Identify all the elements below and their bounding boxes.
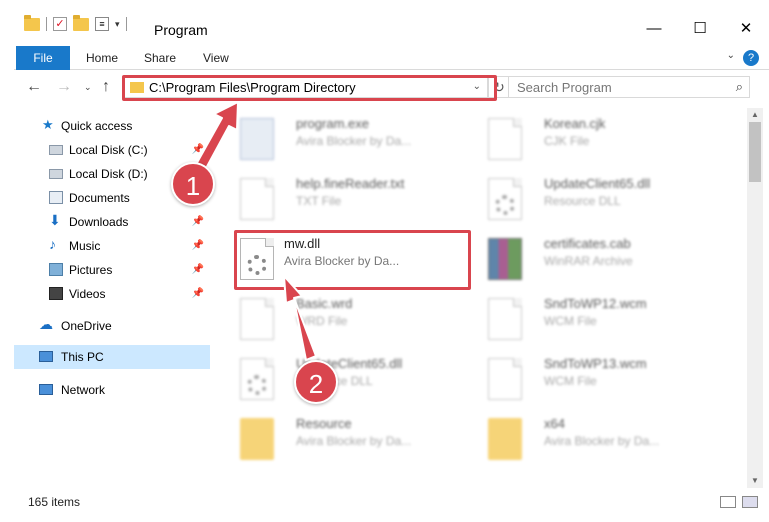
- scroll-down-icon[interactable]: ▼: [747, 474, 763, 488]
- annotation-arrows: [193, 101, 317, 361]
- large-icons-view-icon[interactable]: [742, 496, 758, 508]
- vertical-scrollbar[interactable]: ▲ ▼: [747, 108, 763, 488]
- status-bar: 165 items: [14, 488, 769, 516]
- scroll-thumb[interactable]: [749, 122, 761, 182]
- scroll-up-icon[interactable]: ▲: [747, 108, 763, 122]
- step-1-badge: 1: [171, 162, 215, 206]
- step-2-badge: 2: [294, 360, 338, 404]
- details-view-icon[interactable]: [720, 496, 736, 508]
- item-count: 165 items: [28, 495, 81, 509]
- arrow-2-icon: [283, 275, 317, 361]
